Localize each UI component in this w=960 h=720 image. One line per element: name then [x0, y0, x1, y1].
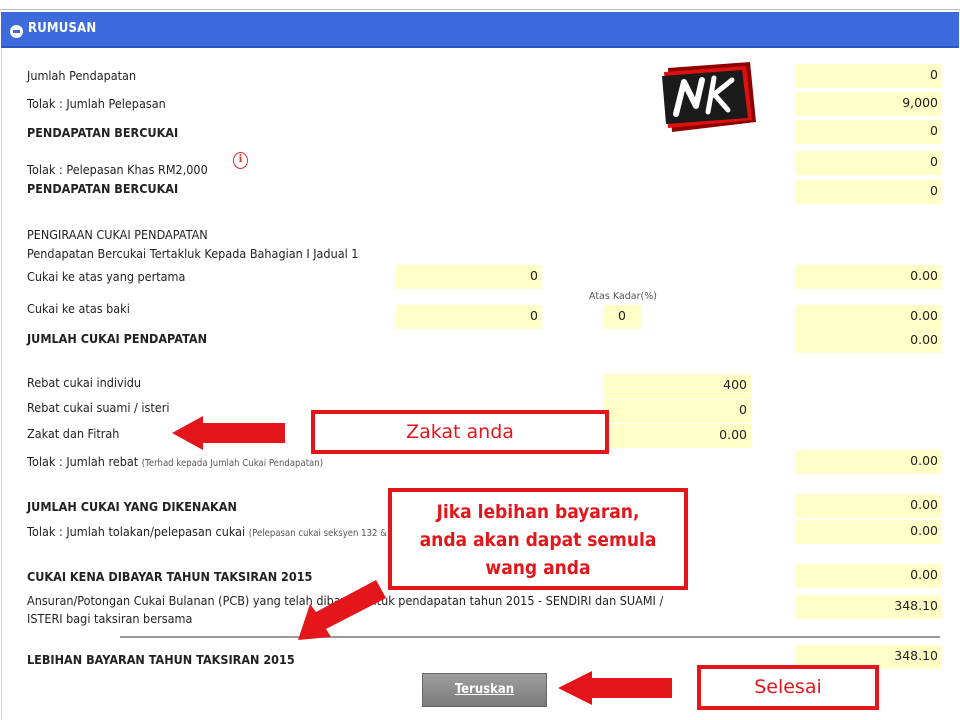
annotation-arrows [172, 416, 672, 705]
zakat-arrow [172, 416, 285, 450]
selesai-arrow [558, 671, 672, 705]
selesai-callout: Selesai [697, 665, 879, 710]
refund-callout-line2: anda akan dapat semula [419, 529, 657, 551]
zakat-callout: Zakat anda [311, 410, 609, 454]
refund-callout: Jika lebihan bayaran, anda akan dapat se… [388, 488, 688, 590]
refund-arrow [298, 580, 386, 640]
refund-callout-line3: wang anda [485, 557, 591, 579]
refund-callout-line1: Jika lebihan bayaran, [436, 501, 640, 523]
